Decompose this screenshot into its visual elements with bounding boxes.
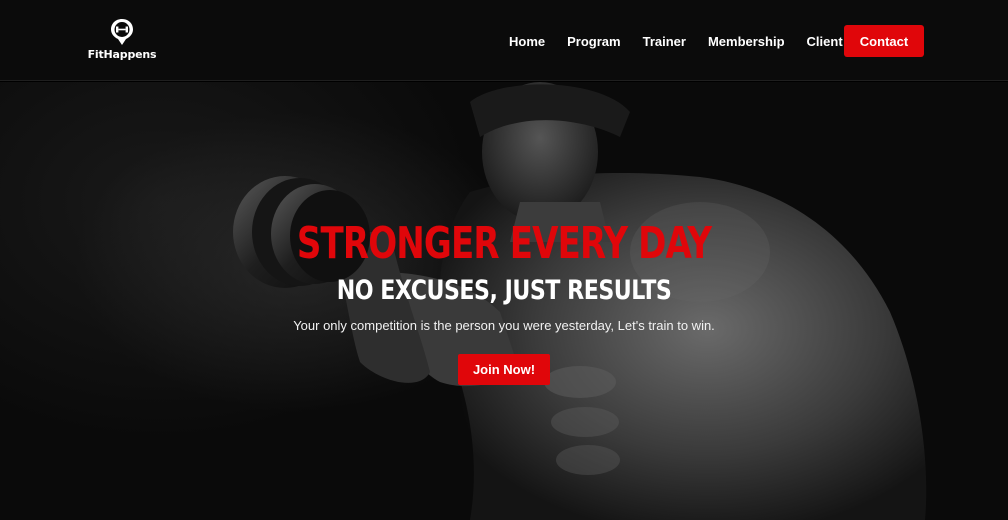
hero-headline: STRONGER EVERY DAY — [296, 218, 712, 269]
hero-subheadline: NO EXCUSES, JUST RESULTS — [336, 275, 672, 306]
nav-item-home[interactable]: Home — [509, 34, 545, 49]
nav-item-trainer[interactable]: Trainer — [643, 34, 686, 49]
hero-tagline: Your only competition is the person you … — [293, 318, 715, 333]
contact-button[interactable]: Contact — [844, 25, 924, 57]
nav-item-membership[interactable]: Membership — [708, 34, 785, 49]
main-nav: Home Program Trainer Membership Client — [509, 34, 843, 49]
join-now-button[interactable]: Join Now! — [458, 354, 550, 385]
site-header: FitHappens Home Program Trainer Membersh… — [0, 0, 1008, 81]
dumbbell-pin-icon — [111, 19, 133, 45]
nav-item-client[interactable]: Client — [807, 34, 843, 49]
nav-item-program[interactable]: Program — [567, 34, 620, 49]
brand-logo[interactable]: FitHappens — [86, 18, 158, 64]
hero-section: STRONGER EVERY DAY NO EXCUSES, JUST RESU… — [0, 82, 1008, 520]
brand-name: FitHappens — [87, 48, 157, 61]
